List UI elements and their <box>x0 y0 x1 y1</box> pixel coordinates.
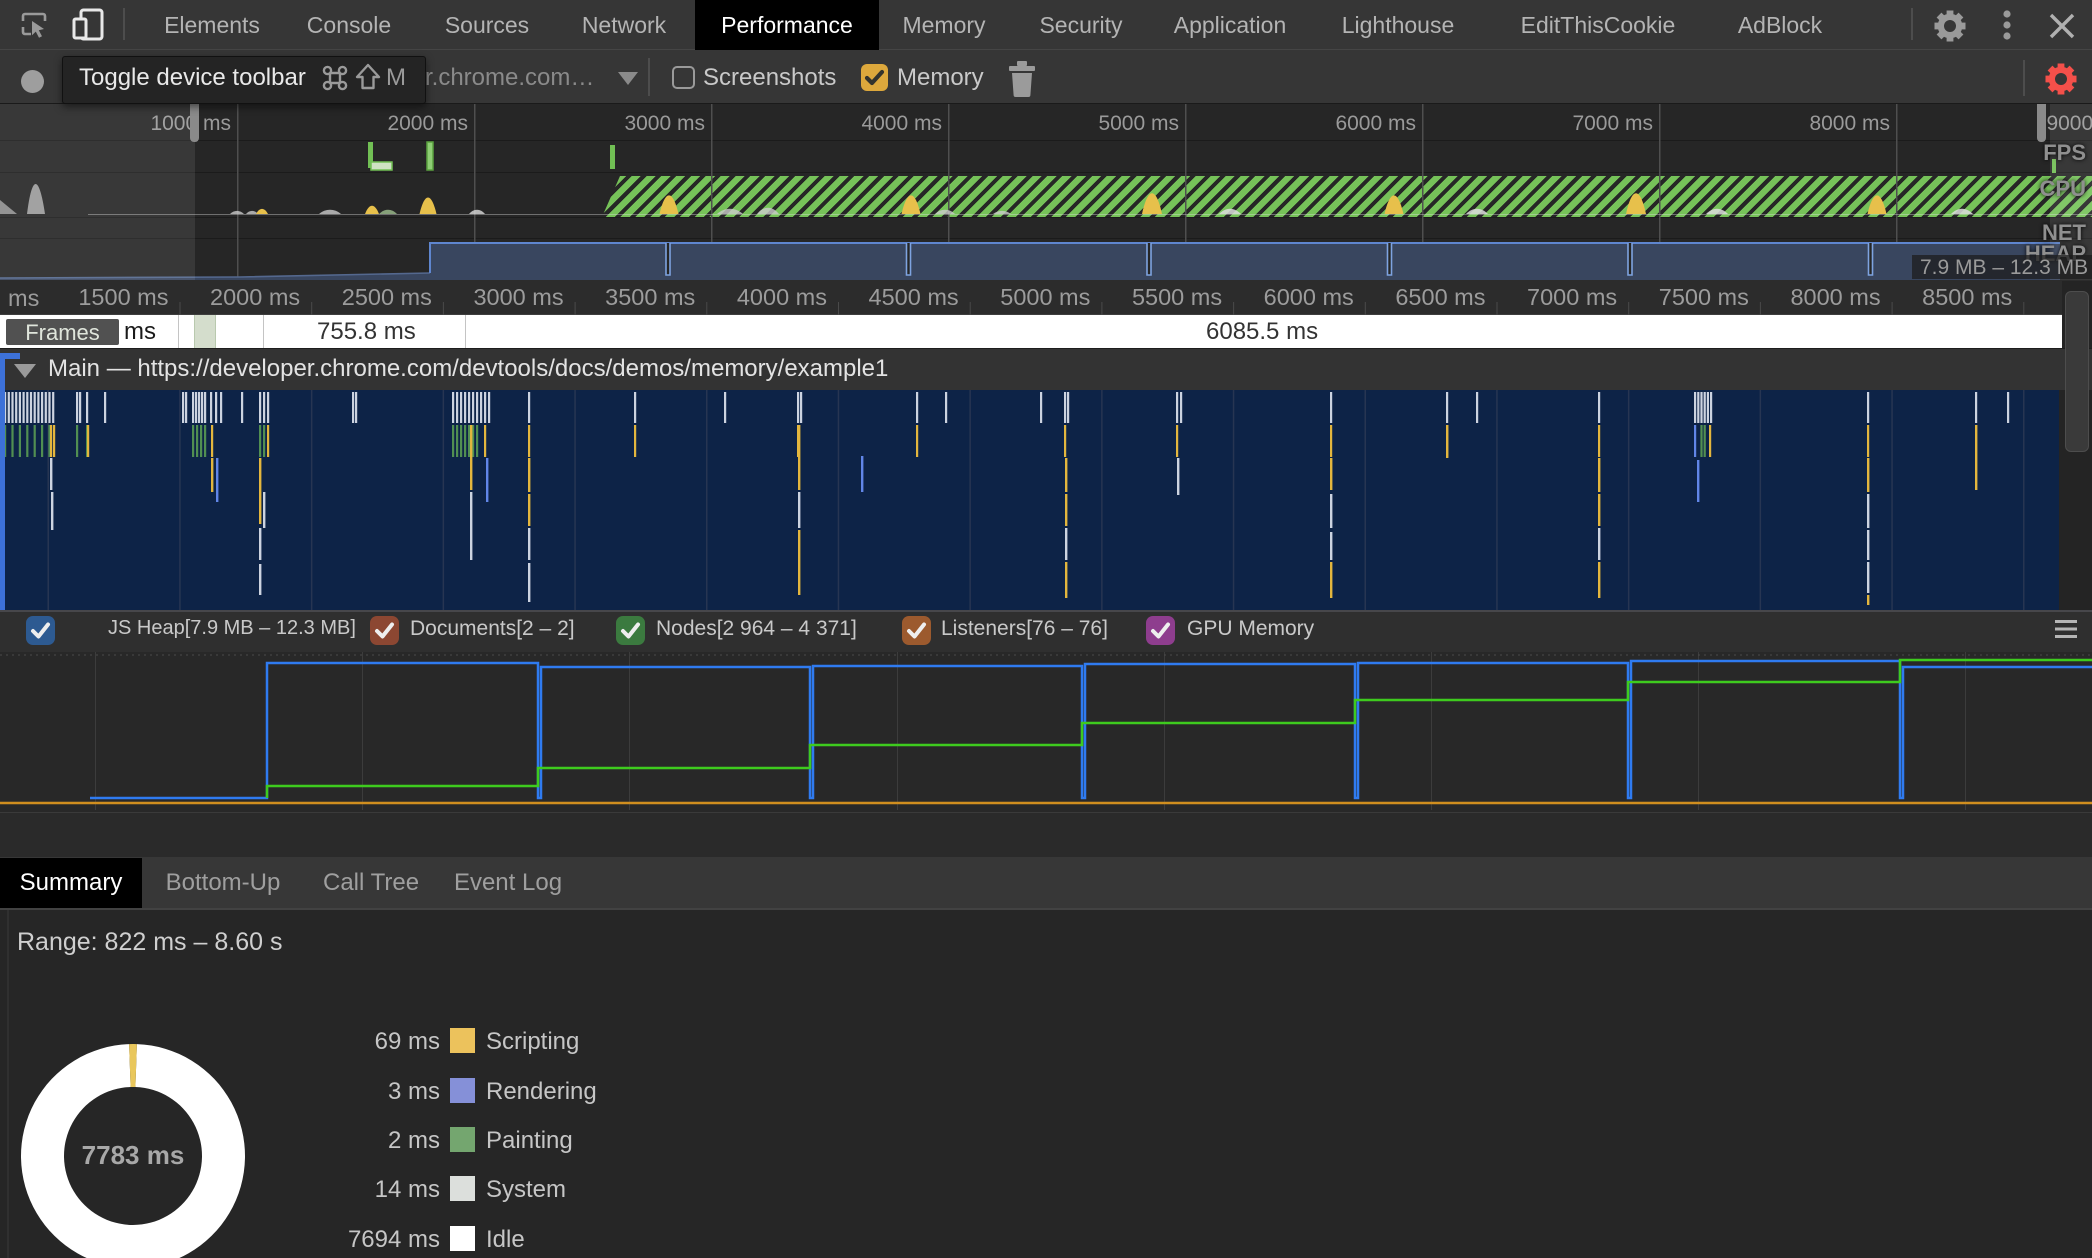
svg-text:3500 ms: 3500 ms <box>605 284 695 310</box>
svg-text:6000 ms: 6000 ms <box>1264 284 1354 310</box>
svg-text:2000 ms: 2000 ms <box>387 112 468 135</box>
svg-text:7000 ms: 7000 ms <box>1527 284 1617 310</box>
svg-text:7500 ms: 7500 ms <box>1659 284 1749 310</box>
svg-text:3000 ms: 3000 ms <box>624 112 705 135</box>
svg-text:4000 ms: 4000 ms <box>861 112 942 135</box>
svg-text:1500 ms: 1500 ms <box>78 284 168 310</box>
svg-text:3000 ms: 3000 ms <box>473 284 563 310</box>
svg-text:2000 ms: 2000 ms <box>210 284 300 310</box>
svg-text:6500 ms: 6500 ms <box>1395 284 1485 310</box>
svg-text:2500 ms: 2500 ms <box>342 284 432 310</box>
svg-text:8000 ms: 8000 ms <box>1790 284 1880 310</box>
svg-text:8500 ms: 8500 ms <box>1922 284 2012 310</box>
svg-text:4000 ms: 4000 ms <box>737 284 827 310</box>
svg-text:6000 ms: 6000 ms <box>1335 112 1416 135</box>
svg-text:5500 ms: 5500 ms <box>1132 284 1222 310</box>
svg-text:5000 ms: 5000 ms <box>1098 112 1179 135</box>
svg-text:7000 ms: 7000 ms <box>1572 112 1653 135</box>
svg-text:5000 ms: 5000 ms <box>1000 284 1090 310</box>
svg-text:ms: ms <box>8 285 39 311</box>
svg-text:8000 ms: 8000 ms <box>1809 112 1890 135</box>
svg-text:4500 ms: 4500 ms <box>869 284 959 310</box>
